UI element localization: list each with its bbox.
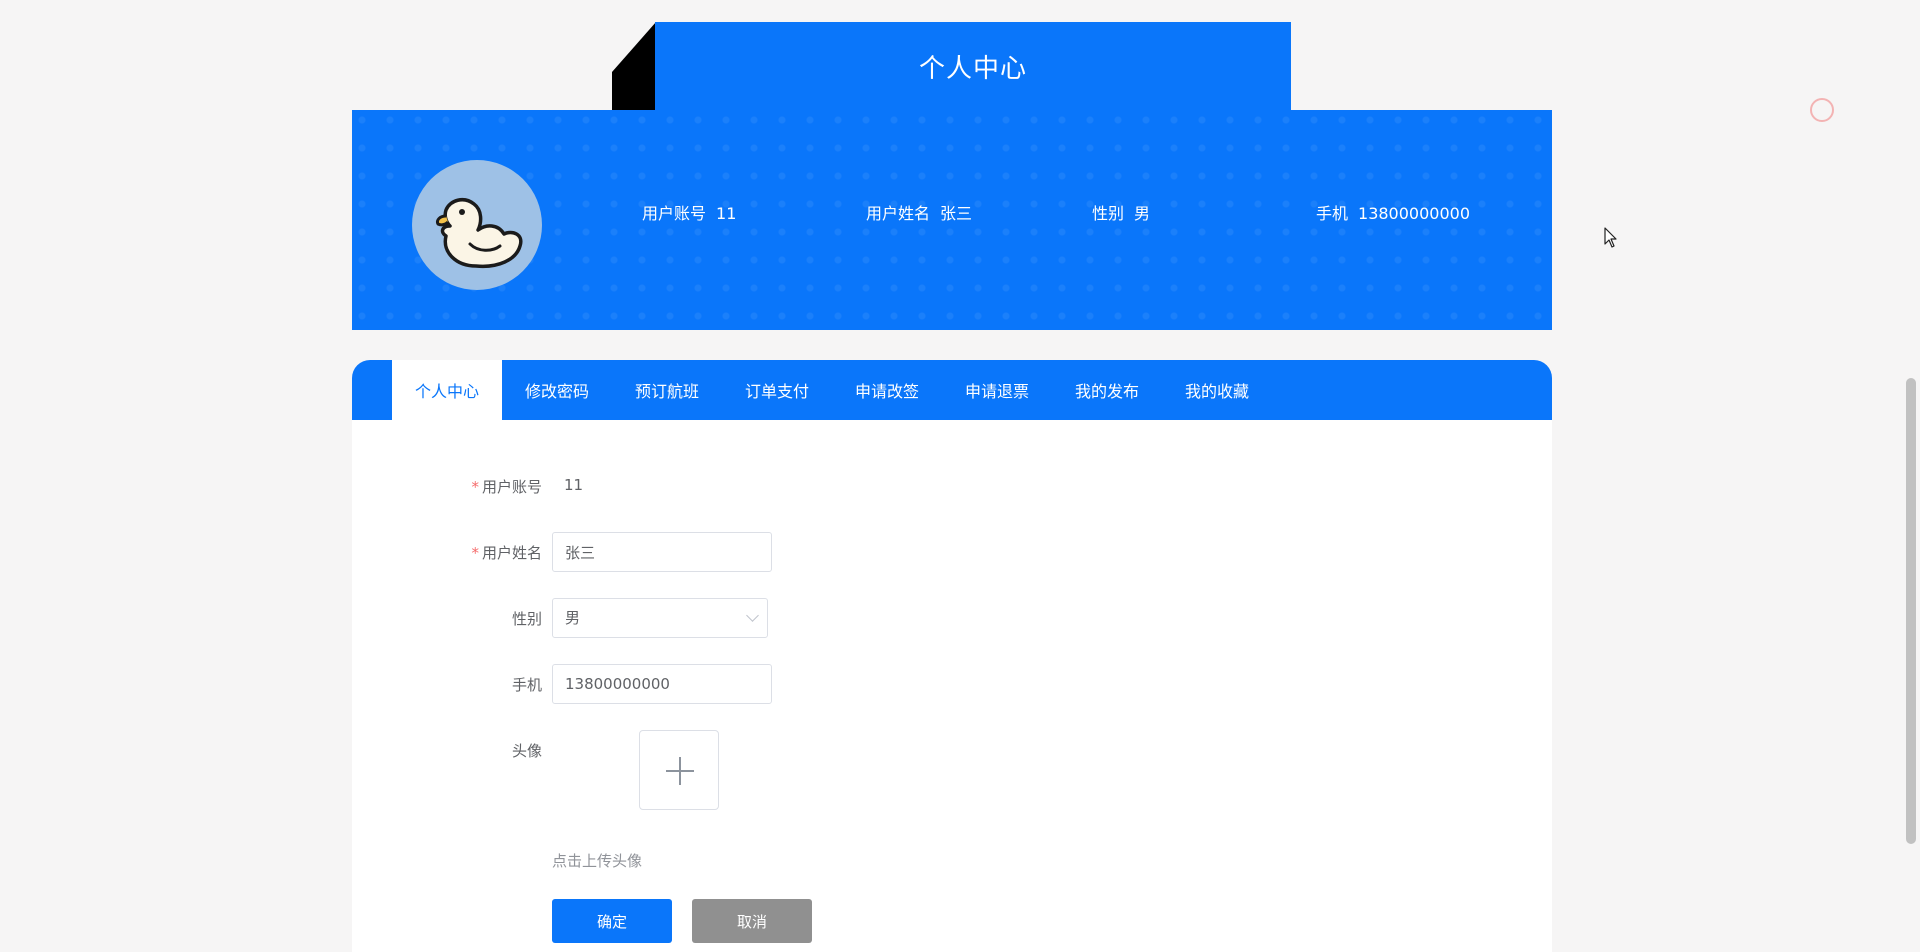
banner-account: 用户账号 11 bbox=[642, 200, 736, 224]
banner-name-label: 用户姓名 bbox=[866, 204, 931, 223]
tab-request-change[interactable]: 申请改签 bbox=[832, 360, 942, 420]
phone-input[interactable] bbox=[552, 664, 772, 704]
banner-gender: 性别男 bbox=[1092, 200, 1150, 224]
gender-select-value: 男 bbox=[565, 609, 581, 627]
required-mark: * bbox=[471, 544, 479, 562]
tab-my-posts[interactable]: 我的发布 bbox=[1052, 360, 1162, 420]
upload-hint: 点击上传头像 bbox=[552, 852, 643, 870]
duck-icon bbox=[436, 198, 523, 269]
cancel-button[interactable]: 取消 bbox=[692, 899, 812, 943]
banner-phone: 手机 13800000000 bbox=[1316, 200, 1470, 224]
mouse-cursor-icon bbox=[1604, 227, 1617, 248]
account-value: 11 bbox=[564, 476, 584, 494]
banner-gender-label: 性别 bbox=[1092, 204, 1125, 223]
tab-bar: 个人中心 修改密码 预订航班 订单支付 申请改签 申请退票 我的发布 我的收藏 bbox=[352, 360, 1552, 420]
avatar bbox=[412, 160, 542, 290]
scrollbar[interactable] bbox=[1906, 378, 1916, 844]
tab-personal-center[interactable]: 个人中心 bbox=[392, 360, 502, 420]
page-title: 个人中心 bbox=[655, 22, 1291, 110]
tab-book-flight[interactable]: 预订航班 bbox=[612, 360, 722, 420]
tab-change-password[interactable]: 修改密码 bbox=[502, 360, 612, 420]
name-label: * 用户姓名 bbox=[471, 544, 542, 562]
required-mark: * bbox=[471, 478, 479, 496]
chevron-down-icon bbox=[746, 609, 759, 622]
title-decoration bbox=[612, 22, 656, 110]
tab-request-refund[interactable]: 申请退票 bbox=[942, 360, 1052, 420]
tab-order-payment[interactable]: 订单支付 bbox=[722, 360, 832, 420]
confirm-button[interactable]: 确定 bbox=[552, 899, 672, 943]
avatar-label: 头像 bbox=[511, 742, 542, 760]
banner-account-label: 用户账号 bbox=[642, 204, 707, 223]
phone-label: 手机 bbox=[511, 676, 542, 694]
banner-name: 用户姓名 张三 bbox=[866, 200, 972, 224]
banner-account-value: 11 bbox=[716, 204, 737, 223]
banner-gender-value: 男 bbox=[1134, 204, 1151, 223]
circle-icon bbox=[1810, 98, 1834, 122]
gender-label: 性别 bbox=[511, 610, 542, 628]
gender-select[interactable]: 男 bbox=[552, 598, 768, 638]
banner-phone-value: 13800000000 bbox=[1358, 204, 1470, 223]
name-input[interactable] bbox=[552, 532, 772, 572]
avatar-upload[interactable] bbox=[639, 730, 719, 810]
banner-phone-label: 手机 bbox=[1316, 204, 1349, 223]
banner-name-value: 张三 bbox=[940, 204, 973, 223]
profile-form: *用户账号 11 *用户姓名 性别 男 手机 头像 点击上传头像 确定 取消 bbox=[352, 420, 1552, 952]
profile-banner: 用户账号 11 用户姓名 张三 性别男 手机 13800000000 bbox=[352, 110, 1552, 330]
account-label: * 用户账号 bbox=[471, 478, 542, 496]
tab-my-favorites[interactable]: 我的收藏 bbox=[1162, 360, 1272, 420]
